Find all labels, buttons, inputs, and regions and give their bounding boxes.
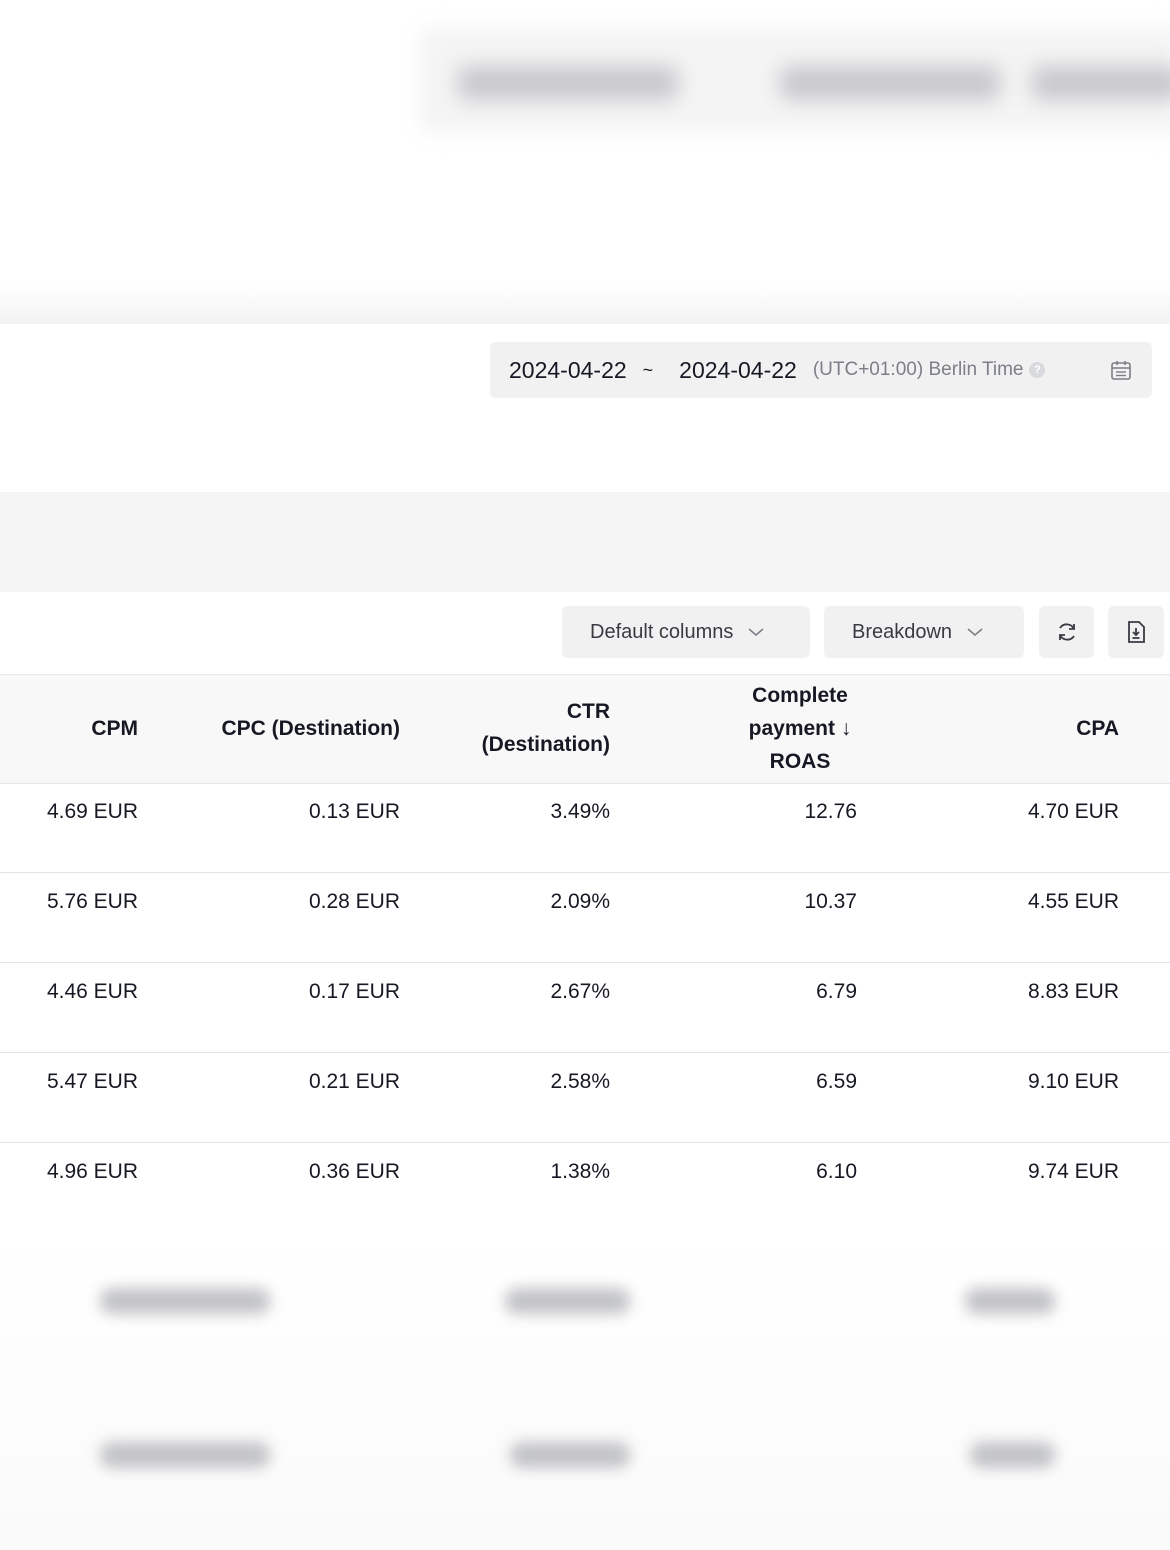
cell-cpc: 0.17 EUR [308,980,400,1003]
default-columns-label: Default columns [590,620,734,643]
table-row: 4.46 EUR 0.17 EUR 2.67% 6.79 8.83 EUR [0,962,1170,1053]
start-date: 2024-04-22 [509,356,627,383]
export-button[interactable] [1108,606,1164,658]
cell-roas: 10.37 [804,890,857,913]
cell-cpm: 4.69 EUR [46,800,138,823]
help-circle-icon[interactable]: ? [1029,362,1046,378]
cell-cpa: 4.55 EUR [1027,890,1119,913]
blurred-text [780,66,1000,100]
chevron-down-icon [967,628,983,637]
cell-cpc: 0.13 EUR [308,800,400,823]
cell-ctr: 3.49% [550,800,610,823]
cell-cpa: 9.74 EUR [1027,1160,1119,1183]
blurred-text [458,66,678,100]
cell-ctr: 2.67% [550,980,610,1003]
cell-cpa: 4.70 EUR [1027,800,1119,823]
column-header-ctr[interactable]: CTR (Destination) [482,695,610,761]
refresh-icon [1058,623,1075,641]
blurred-text [510,1442,630,1468]
cell-ctr: 2.09% [550,890,610,913]
cell-roas: 6.59 [816,1070,857,1093]
cell-ctr: 2.58% [550,1070,610,1093]
blurred-text [100,1288,270,1314]
calendar-icon[interactable] [1110,359,1132,381]
date-separator: ~ [642,359,654,380]
default-columns-dropdown[interactable]: Default columns [562,606,810,658]
blurred-text [1032,66,1170,100]
table-row: 5.47 EUR 0.21 EUR 2.58% 6.59 9.10 EUR [0,1052,1170,1143]
cell-cpc: 0.28 EUR [308,890,400,913]
cell-cpa: 8.83 EUR [1027,980,1119,1003]
cell-cpa: 9.10 EUR [1027,1070,1119,1093]
table-header: CPM CPC (Destination) CTR (Destination) … [0,674,1170,784]
cell-roas: 6.10 [816,1160,857,1183]
cell-roas: 6.79 [816,980,857,1003]
date-range-picker[interactable]: 2024-04-22 ~ 2024-04-22 (UTC+01:00) Berl… [490,342,1152,398]
cell-cpc: 0.36 EUR [308,1160,400,1183]
column-header-cpm[interactable]: CPM [91,712,138,745]
export-file-icon [1128,621,1145,643]
blurred-text [970,1442,1055,1468]
timezone-label: (UTC+01:00) Berlin Time [812,359,1024,380]
chevron-down-icon [748,628,764,637]
cell-cpm: 5.76 EUR [46,890,138,913]
column-header-roas-sorted[interactable]: Complete payment ↓ ROAS [700,679,900,778]
column-header-cpa[interactable]: CPA [1076,712,1119,745]
blurred-text [965,1288,1055,1314]
refresh-button[interactable] [1039,606,1094,658]
end-date: 2024-04-22 [679,356,797,383]
cell-cpc: 0.21 EUR [308,1070,400,1093]
cell-ctr: 1.38% [550,1160,610,1183]
cell-roas: 12.76 [804,800,857,823]
column-header-cpc[interactable]: CPC (Destination) [222,712,401,745]
table-row: 4.96 EUR 0.36 EUR 1.38% 6.10 9.74 EUR [0,1142,1170,1232]
blurred-text [100,1442,270,1468]
cell-cpm: 5.47 EUR [46,1070,138,1093]
breakdown-dropdown[interactable]: Breakdown [824,606,1024,658]
table-row: 5.76 EUR 0.28 EUR 2.09% 10.37 4.55 EUR [0,872,1170,963]
blurred-summary-region [0,1230,1170,1550]
cell-cpm: 4.46 EUR [46,980,138,1003]
blurred-text [505,1288,630,1314]
blurred-header-region [420,28,1170,132]
cell-cpm: 4.96 EUR [46,1160,138,1183]
breakdown-label: Breakdown [852,620,953,643]
section-divider [0,282,1170,324]
filter-bar-area [0,492,1170,592]
table-row: 4.69 EUR 0.13 EUR 3.49% 12.76 4.70 EUR [0,782,1170,873]
